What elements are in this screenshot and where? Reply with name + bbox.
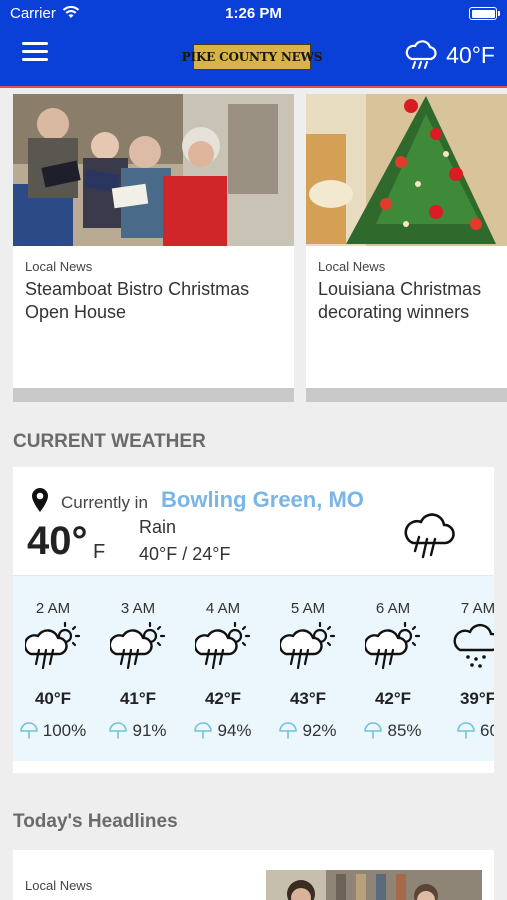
- hour-time: 6 AM: [375, 600, 411, 617]
- headline-thumbnail: [266, 870, 482, 900]
- precipitation-value: 92%: [302, 721, 337, 740]
- hour-precipitation: 91%: [98, 721, 178, 741]
- cloud-rain-icon: [405, 40, 437, 69]
- umbrella-icon: [364, 722, 383, 739]
- hour-temperature: 41°F: [119, 689, 157, 708]
- header-temperature: 40°F: [446, 41, 495, 68]
- app-header: Carrier 1:26 PM PIKE COUNTY NEWS 40°F: [0, 0, 507, 86]
- story-category: Local News: [318, 259, 386, 274]
- hour-time: 7 AM: [460, 600, 494, 617]
- cloud-sun-rain-icon: [280, 621, 336, 670]
- precipitation-value: 85%: [387, 721, 422, 740]
- umbrella-icon: [19, 722, 38, 739]
- headline-category: Local News: [25, 878, 93, 893]
- precipitation-value: 91%: [132, 721, 167, 740]
- hour-time: 3 AM: [120, 600, 156, 617]
- hourly-item: 4 AM 42°F 94%: [183, 576, 263, 761]
- umbrella-icon: [457, 722, 475, 739]
- hour-time: 5 AM: [290, 600, 326, 617]
- weather-condition: Rain: [139, 517, 177, 537]
- header-divider: [0, 86, 507, 88]
- hour-precipitation: 94%: [183, 721, 263, 741]
- location-link[interactable]: Bowling Green, MO: [161, 487, 364, 513]
- hourly-forecast[interactable]: 2 AM 40°F 100% 3 AM 41°F 91% 4 AM 42°F 9…: [13, 575, 494, 761]
- hourly-item: 2 AM 40°F 100%: [13, 576, 93, 761]
- hour-precipitation: 85%: [353, 721, 433, 741]
- hour-precipitation: 92%: [268, 721, 348, 741]
- cloud-rain-icon: [404, 513, 455, 559]
- umbrella-icon: [194, 722, 213, 739]
- headline-card[interactable]: Local News: [13, 850, 494, 900]
- todays-headlines-heading: Today's Headlines: [13, 811, 178, 832]
- hour-time: 4 AM: [205, 600, 241, 617]
- umbrella-icon: [109, 722, 128, 739]
- hour-temperature: 39°F: [459, 689, 494, 708]
- story-card[interactable]: Local News Steamboat Bistro Christmas Op…: [13, 94, 294, 402]
- battery-icon: [469, 7, 500, 20]
- story-carousel[interactable]: Local News Steamboat Bistro Christmas Op…: [13, 94, 507, 402]
- hourly-item: 7 AM 39°F 60: [438, 576, 494, 761]
- hourly-item: 3 AM 41°F 91%: [98, 576, 178, 761]
- header-weather-button[interactable]: 40°F: [404, 40, 495, 70]
- hour-precipitation: 60: [438, 721, 494, 741]
- cloud-sun-rain-icon: [195, 621, 251, 670]
- hour-temperature: 42°F: [204, 689, 242, 708]
- umbrella-icon: [279, 722, 298, 739]
- weather-panel[interactable]: Currently in Bowling Green, MO 40° F Rai…: [13, 467, 494, 773]
- hour-temperature: 40°F: [34, 689, 72, 708]
- currently-in-label: Currently in: [61, 493, 148, 512]
- precipitation-value: 94%: [217, 721, 252, 740]
- location-pin-icon: [32, 488, 48, 512]
- story-title[interactable]: Steamboat Bistro Christmas Open House: [25, 278, 285, 324]
- status-time: 1:26 PM: [225, 5, 282, 22]
- temperature-range: 40°F / 24°F: [139, 544, 231, 564]
- hourly-item: 6 AM 42°F 85%: [353, 576, 433, 761]
- hour-temperature: 42°F: [374, 689, 412, 708]
- current-weather-heading: CURRENT WEATHER: [13, 431, 206, 452]
- pike-county-news-logo[interactable]: PIKE COUNTY NEWS: [182, 44, 322, 70]
- hamburger-menu-icon[interactable]: [22, 42, 48, 62]
- current-temperature: 40°: [27, 519, 88, 563]
- cloud-sun-rain-icon: [25, 621, 81, 670]
- card-footer-bar: [13, 388, 294, 402]
- story-title[interactable]: Louisiana Christmas decorating winners: [318, 278, 507, 324]
- story-card[interactable]: Local News Louisiana Christmas decoratin…: [306, 94, 507, 402]
- status-bar: Carrier 1:26 PM: [0, 0, 507, 28]
- temperature-unit: F: [93, 541, 106, 563]
- hour-time: 2 AM: [35, 600, 71, 617]
- logo-text: PIKE COUNTY NEWS: [181, 50, 323, 64]
- hourly-item: 5 AM 43°F 92%: [268, 576, 348, 761]
- cloud-sun-rain-icon: [110, 621, 166, 670]
- card-footer-bar: [306, 388, 507, 402]
- story-photo-christmas-tree: [306, 94, 507, 246]
- precipitation-value: 100%: [42, 721, 87, 740]
- story-category: Local News: [25, 259, 93, 274]
- precipitation-value: 60: [480, 721, 494, 740]
- cloud-sun-rain-icon: [365, 621, 421, 670]
- story-photo-carolers: [13, 94, 294, 246]
- cloud-snow-icon: [453, 623, 494, 668]
- hour-temperature: 43°F: [289, 689, 327, 708]
- hour-precipitation: 100%: [13, 721, 93, 741]
